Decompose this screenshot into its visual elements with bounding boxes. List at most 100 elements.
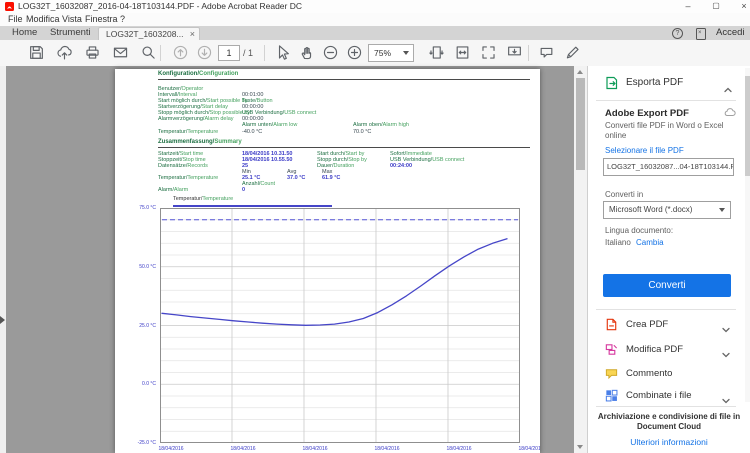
doc-text: Alarm/Alarm [158, 187, 188, 193]
toolbar-divider [264, 45, 265, 61]
close-button[interactable]: × [732, 0, 750, 13]
upload-cloud-icon[interactable] [56, 44, 73, 61]
tool-label: Crea PDF [626, 314, 668, 336]
chevron-down-icon[interactable] [722, 346, 730, 354]
tool-combinate-file[interactable]: Combinate i file [588, 385, 750, 407]
next-page-icon[interactable] [196, 44, 213, 61]
create-pdf-icon [604, 317, 619, 332]
doc-text: 18/04/2016 10.55.50 [242, 157, 292, 163]
menu-help[interactable]: ? [120, 13, 125, 26]
sign-in-link[interactable]: Accedi [716, 26, 745, 40]
selected-file-field[interactable]: LOG32T_16032087...04-18T103144.PDF [603, 158, 734, 176]
menu-finestra[interactable]: Finestra [85, 13, 118, 26]
footer-more-info-link[interactable]: Ulteriori informazioni [594, 437, 744, 447]
y-axis-tick: 0.0 °C [115, 381, 156, 387]
select-tool-icon[interactable] [274, 44, 291, 61]
x-axis-tick: 18/04/2016 [368, 446, 406, 452]
tab-home[interactable]: Home [12, 26, 37, 40]
page-scrolling-view-icon[interactable] [428, 44, 445, 61]
scrollbar-thumb[interactable] [576, 78, 585, 170]
minimize-button[interactable]: – [676, 0, 700, 13]
menu-bar: File Modifica Vista Finestra ? [0, 13, 750, 26]
previous-page-icon[interactable] [172, 44, 189, 61]
tab-bar: Home Strumenti LOG32T_1603208... × ? Acc… [0, 26, 750, 40]
select-file-link[interactable]: Selezionare il file PDF [605, 146, 684, 155]
panel-divider [596, 406, 736, 407]
document-scrollbar[interactable] [574, 66, 587, 453]
tab-close-icon[interactable]: × [190, 28, 195, 40]
mobile-device-icon[interactable] [696, 28, 706, 40]
tool-commento[interactable]: Commento [588, 363, 750, 385]
page-number-input[interactable]: 1 [218, 45, 240, 61]
chevron-down-icon [403, 51, 409, 55]
hand-tool-icon[interactable] [298, 44, 315, 61]
search-icon[interactable] [140, 44, 157, 61]
doc-text: 61.9 °C [322, 175, 340, 181]
tool-label: Combinate i file [626, 385, 691, 407]
doc-text: Temperatur/Temperature [158, 129, 218, 135]
left-pane-toggle-icon[interactable] [0, 316, 5, 324]
edit-pdf-icon [604, 342, 619, 357]
tool-crea-pdf[interactable]: Crea PDF [588, 314, 750, 336]
format-dropdown[interactable]: Microsoft Word (*.docx) [603, 201, 731, 219]
pdf-page: Konfiguration/ConfigurationBenutzer/Oper… [115, 69, 540, 453]
zoom-out-icon[interactable] [322, 44, 339, 61]
comment-bubble-icon[interactable] [538, 44, 555, 61]
panel-header-label[interactable]: Esporta PDF [626, 77, 683, 88]
combine-files-icon [604, 388, 619, 403]
zoom-level-dropdown[interactable]: 75% [368, 44, 414, 62]
maximize-button[interactable]: ▢ [704, 0, 728, 13]
chevron-down-icon [719, 208, 725, 212]
language-value: Italiano [605, 238, 631, 247]
collapse-chevron-icon[interactable] [724, 81, 732, 89]
highlighter-pen-icon[interactable] [564, 44, 581, 61]
chart-legend: Temperatur/Temperature [173, 196, 233, 202]
x-axis-tick: 18/04/2016 [152, 446, 190, 452]
export-card-title: Adobe Export PDF [605, 108, 689, 119]
chevron-down-icon[interactable] [722, 392, 730, 400]
language-change-link[interactable]: Cambia [636, 238, 664, 247]
chart-legend-line [173, 205, 332, 207]
presentation-icon[interactable] [506, 44, 523, 61]
y-axis-tick: 75.0 °C [115, 205, 156, 211]
panel-divider [596, 100, 736, 101]
footer-title-line2: Document Cloud [594, 422, 744, 432]
convert-button[interactable]: Converti [603, 274, 731, 297]
x-axis-tick: 18/04/2016 [440, 446, 478, 452]
panel-scrollbar-thumb[interactable] [745, 76, 750, 176]
export-card-subtitle: Converti file PDF in Word o Excel online [605, 121, 730, 141]
tab-document[interactable]: LOG32T_1603208... × [98, 27, 200, 41]
toolbar-divider [160, 45, 161, 61]
email-icon[interactable] [112, 44, 129, 61]
tool-modifica-pdf[interactable]: Modifica PDF [588, 339, 750, 361]
doc-text: 00:24:00 [390, 163, 412, 169]
fit-page-icon[interactable] [454, 44, 471, 61]
zoom-level-value: 75% [374, 45, 391, 61]
doc-text: -40.0 °C [242, 129, 262, 135]
footer-title-line1: Archiviazione e condivisione di file in [594, 412, 744, 422]
print-icon[interactable] [84, 44, 101, 61]
zoom-in-icon[interactable] [346, 44, 363, 61]
tools-panel: Esporta PDF Adobe Export PDF Converti fi… [587, 66, 750, 453]
panel-scrollbar[interactable] [745, 68, 750, 402]
y-axis-tick: 50.0 °C [115, 264, 156, 270]
doc-text: Alarm unten/Alarm low [242, 122, 297, 128]
doc-text: Alarmverzögerung/Alarm delay [158, 116, 234, 122]
acrobat-logo-icon [5, 2, 14, 11]
menu-file[interactable]: File [8, 13, 23, 26]
x-axis-tick: 18/04/2016 [512, 446, 540, 452]
chevron-down-icon[interactable] [722, 321, 730, 329]
menu-vista[interactable]: Vista [62, 13, 82, 26]
tab-strumenti[interactable]: Strumenti [50, 26, 91, 40]
save-icon[interactable] [28, 44, 45, 61]
help-icon[interactable]: ? [672, 28, 683, 39]
scroll-down-icon[interactable] [577, 445, 583, 449]
format-value: Microsoft Word (*.docx) [609, 202, 692, 218]
toolbar-divider [528, 45, 529, 61]
doc-text: 37.0 °C [287, 175, 305, 181]
menu-modifica[interactable]: Modifica [26, 13, 60, 26]
panel-divider [596, 309, 736, 310]
fullscreen-icon[interactable] [480, 44, 497, 61]
left-pane-strip [0, 66, 6, 453]
scroll-up-icon[interactable] [577, 70, 583, 74]
